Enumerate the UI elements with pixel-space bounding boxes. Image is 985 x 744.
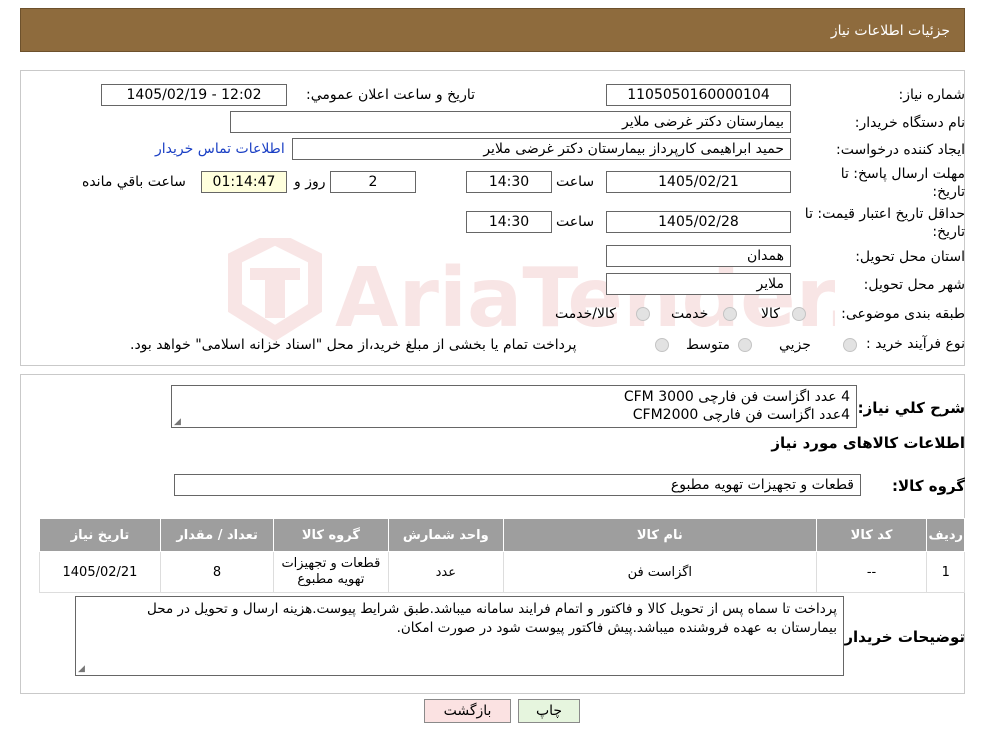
notes-line-1: پرداخت تا سماه پس از تحویل کالا و فاکتور…	[147, 601, 837, 617]
deadline-label-2: تاریخ:	[932, 184, 965, 200]
notes-resize-grip-icon: ◢	[78, 664, 85, 674]
deadline-date-field: 1405/02/21	[606, 171, 791, 193]
deadline-time-label: ساعت	[556, 174, 595, 190]
table-row: 1 -- اگزاست فن عدد قطعات و تجهیزات تهویه…	[39, 551, 965, 593]
goods-section-title: اطلاعات کالاهای مورد نیاز	[771, 434, 965, 452]
validity-date-field: 1405/02/28	[606, 211, 791, 233]
description-line-1: 4 عدد اگزاست فن فارچی 3000 CFM	[623, 389, 850, 405]
page-title: جزئیات اطلاعات نیاز	[830, 23, 950, 39]
need-number-label: شماره نیاز:	[898, 87, 966, 103]
notes-line-2: بیمارستان به عهده فروشنده میباشد.پیش فاک…	[396, 620, 837, 636]
days-field: 2	[330, 171, 416, 193]
back-button[interactable]: بازگشت	[424, 699, 511, 723]
buyer-field: بیمارستان دکتر غرضی ملایر	[230, 111, 791, 133]
items-table-header: ردیف کد کالا نام کالا واحد شمارش گروه کا…	[39, 518, 965, 552]
process-checkbox-treasury[interactable]	[655, 338, 669, 352]
cell-group-line-2: تهویه مطبوع	[297, 572, 365, 587]
goods-group-field: قطعات و تجهیزات تهویه مطبوع	[174, 474, 861, 496]
validity-label-2: تاریخ:	[932, 224, 965, 240]
announce-label: تاريخ و ساعت اعلان عمومي:	[306, 87, 475, 103]
items-table: ردیف کد کالا نام کالا واحد شمارش گروه کا…	[39, 518, 965, 593]
cell-row: 1	[926, 551, 965, 593]
validity-time-label: ساعت	[556, 214, 595, 230]
announce-datetime-field: 1405/02/19 - 12:02	[101, 84, 287, 106]
process-radio-minor[interactable]	[843, 338, 857, 352]
province-label: استان محل تحویل:	[855, 249, 965, 265]
col-group: گروه کالا	[273, 518, 389, 552]
process-radio-medium[interactable]	[738, 338, 752, 352]
col-unit: واحد شمارش	[387, 518, 505, 552]
days-label: روز و	[294, 174, 326, 190]
resize-grip-icon: ◢	[174, 417, 181, 427]
category-radio-goods[interactable]	[792, 307, 806, 321]
notes-textarea[interactable]: پرداخت تا سماه پس از تحویل کالا و فاکتور…	[75, 596, 844, 676]
category-radio-goods-service[interactable]	[636, 307, 650, 321]
deadline-time-field: 14:30	[466, 171, 552, 193]
city-label: شهر محل تحویل:	[863, 277, 965, 293]
creator-label: ایجاد کننده درخواست:	[836, 142, 965, 158]
cell-unit: عدد	[387, 551, 505, 593]
description-line-2: 4عدد اگزاست فن فارچی CFM2000	[632, 407, 850, 423]
buyer-contact-link[interactable]: اطلاعات تماس خریدار	[155, 141, 285, 157]
print-button[interactable]: چاپ	[518, 699, 580, 723]
process-note: پرداخت تمام یا بخشی از مبلغ خرید،از محل …	[130, 337, 577, 353]
validity-label-1: حداقل تاریخ اعتبار قیمت: تا	[804, 206, 965, 222]
col-qty: تعداد / مقدار	[159, 518, 275, 552]
description-textarea[interactable]: 4 عدد اگزاست فن فارچی 3000 CFM 4عدد اگزا…	[171, 385, 857, 428]
remaining-time-field: 01:14:47	[201, 171, 287, 193]
province-field: همدان	[606, 245, 791, 267]
col-date: تاریخ نیاز	[39, 518, 161, 552]
category-option-goods-service: کالا/خدمت	[555, 306, 616, 322]
deadline-label-1: مهلت ارسال پاسخ: تا	[840, 166, 965, 182]
need-number-field: 1105050160000104	[606, 84, 791, 106]
buyer-label: نام دستگاه خریدار:	[854, 115, 965, 131]
process-option-medium: متوسط	[686, 337, 730, 353]
process-label: نوع فرآیند خرید :	[866, 336, 965, 352]
cell-name: اگزاست فن	[503, 551, 817, 593]
validity-time-field: 14:30	[466, 211, 552, 233]
category-option-goods: کالا	[761, 306, 780, 322]
cell-group: قطعات و تجهیزات تهویه مطبوع	[273, 551, 389, 593]
col-row: ردیف	[926, 518, 965, 552]
cell-qty: 8	[159, 551, 275, 593]
notes-label: توضیحات خریدار:	[838, 628, 965, 646]
remaining-label: ساعت باقي مانده	[82, 174, 186, 190]
items-table-container: ردیف کد کالا نام کالا واحد شمارش گروه کا…	[39, 518, 965, 593]
page-header: جزئیات اطلاعات نیاز	[20, 8, 965, 52]
description-label: شرح كلي نياز:	[857, 399, 965, 417]
col-name: نام کالا	[503, 518, 817, 552]
category-label: طبقه بندی موضوعی:	[841, 306, 965, 322]
city-field: ملایر	[606, 273, 791, 295]
category-radio-service[interactable]	[723, 307, 737, 321]
cell-date: 1405/02/21	[39, 551, 161, 593]
cell-code: --	[815, 551, 928, 593]
process-option-minor: جزیي	[779, 337, 811, 353]
creator-field: حمید ابراهیمی کارپرداز بیمارستان دکتر غر…	[292, 138, 791, 160]
col-code: کد کالا	[815, 518, 928, 552]
goods-group-label: گروه کالا:	[892, 477, 965, 495]
category-option-service: خدمت	[671, 306, 709, 322]
cell-group-line-1: قطعات و تجهیزات	[281, 556, 381, 571]
